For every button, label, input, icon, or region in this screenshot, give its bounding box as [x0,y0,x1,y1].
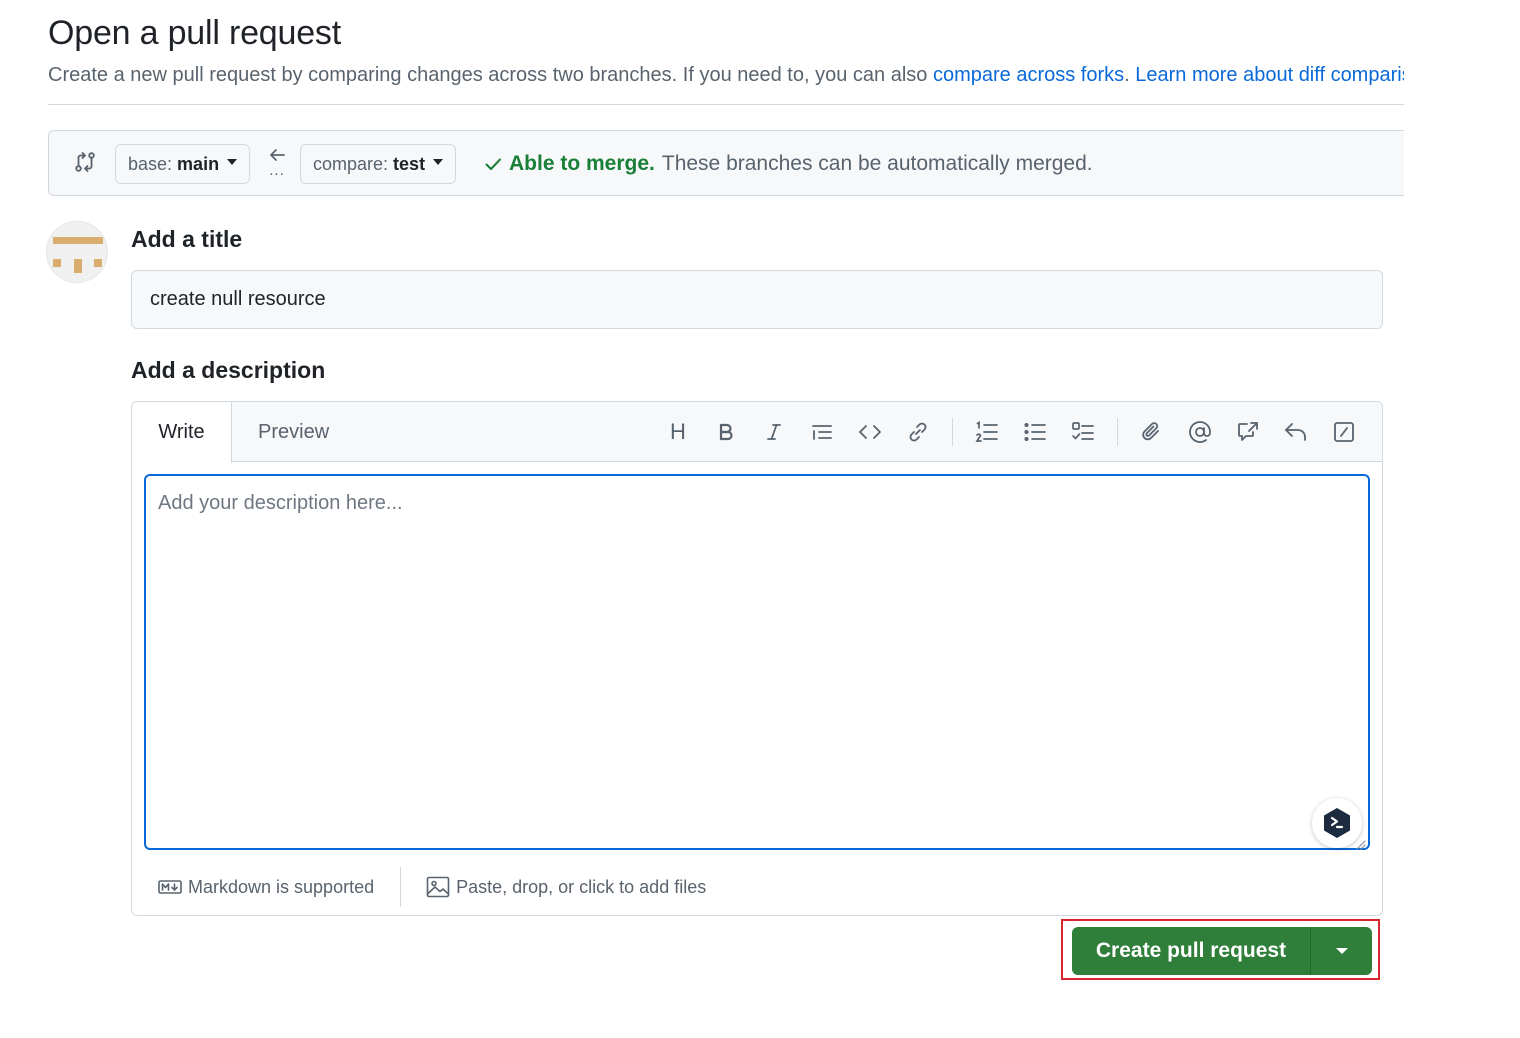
markdown-toolbar: H [654,402,1368,462]
toolbar-divider [952,418,953,446]
compare-branch-prefix: compare: [313,153,389,174]
image-icon [426,876,450,898]
merge-message: These branches can be automatically merg… [661,152,1093,175]
chevron-down-icon [1335,948,1348,954]
bold-icon[interactable] [702,412,750,452]
branch-range-editor: base: main ... compare: test Able to mer… [48,130,1404,196]
merge-status: Able to merge. These branches can be aut… [483,152,1093,176]
task-list-icon[interactable] [1059,412,1107,452]
base-branch-name: main [177,153,220,174]
subtitle-separator: . [1124,64,1136,86]
tab-preview[interactable]: Preview [258,402,329,462]
chevron-down-icon [227,159,238,165]
avatar [46,221,108,283]
slash-command-icon[interactable] [1320,412,1368,452]
compare-branch-name: test [393,153,426,174]
base-branch-prefix: base: [128,153,173,174]
description-editor: Write Preview H Add your description her… [131,401,1383,916]
cross-reference-icon[interactable] [1224,412,1272,452]
add-files-link[interactable]: Paste, drop, or click to add files [426,876,706,898]
tab-write[interactable]: Write [132,402,232,463]
link-icon[interactable] [894,412,942,452]
page-title: Open a pull request [48,14,341,52]
heading-icon[interactable]: H [654,412,702,452]
mention-icon[interactable] [1176,412,1224,452]
compare-across-forks-link[interactable]: compare across forks [933,64,1124,86]
description-label: Add a description [131,357,326,383]
unordered-list-icon[interactable] [1011,412,1059,452]
footer-divider [400,867,402,907]
subtitle-text: Create a new pull request by comparing c… [48,64,933,86]
editor-header: Write Preview H [132,402,1382,463]
create-options-dropdown-button[interactable] [1310,927,1372,975]
quote-icon[interactable] [798,412,846,452]
create-pull-request-button[interactable]: Create pull request [1072,927,1310,975]
heading-glyph: H [670,419,686,444]
merge-ok-label: Able to merge. [509,152,655,175]
markdown-icon [158,880,182,894]
git-compare-icon [75,152,95,172]
attach-icon[interactable] [1128,412,1176,452]
arrow-left-icon: ... [266,145,288,185]
identicon-avatar-icon [53,237,103,273]
title-input[interactable] [131,270,1383,329]
italic-icon[interactable] [750,412,798,452]
compare-branch-select[interactable]: compare: test [300,144,457,184]
resize-handle-icon[interactable] [1354,838,1366,850]
files-note: Paste, drop, or click to add files [456,876,707,897]
check-icon [485,158,501,170]
learn-more-link[interactable]: Learn more about diff comparisons here. [1135,64,1404,86]
page-subtitle: Create a new pull request by comparing c… [48,64,1404,87]
description-textarea[interactable] [144,474,1370,850]
header-divider [48,104,1404,105]
base-branch-select[interactable]: base: main [115,144,251,184]
reply-icon[interactable] [1272,412,1320,452]
editor-footer: Markdown is supported Paste, drop, or cl… [132,858,1382,915]
ordered-list-icon[interactable] [963,412,1011,452]
markdown-supported-link[interactable]: Markdown is supported [158,877,374,898]
chevron-down-icon [433,159,444,165]
toolbar-divider [1117,418,1118,446]
markdown-note: Markdown is supported [188,876,375,897]
code-icon[interactable] [846,412,894,452]
title-label: Add a title [131,226,243,252]
